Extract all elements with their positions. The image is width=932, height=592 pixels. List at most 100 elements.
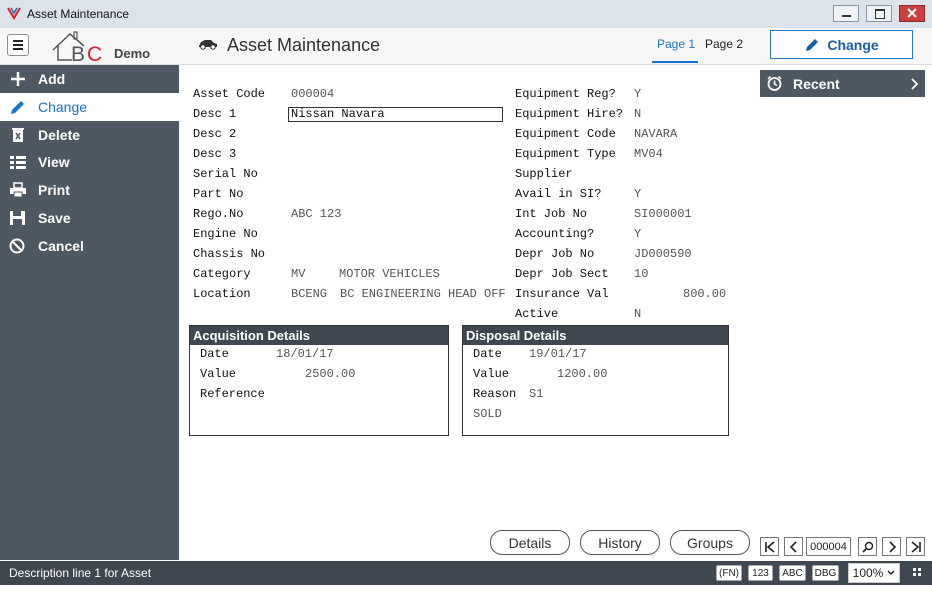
sidebar-item-change[interactable]: Change [0,93,179,121]
category-label: Category [193,267,251,281]
equipment-hire-value: N [634,107,642,121]
first-record-button[interactable] [760,537,779,556]
status-message: Description line 1 for Asset [9,566,152,580]
depr-job-sect-label: Depr Job Sect [515,267,609,281]
function-key-badge[interactable]: (FN) [716,565,742,581]
asset-code-label: Asset Code [193,87,266,101]
active-tab-indicator [652,61,698,63]
acq-date-label: Date [200,347,229,361]
equipment-code-value: NAVARA [634,127,678,141]
accounting-value: Y [634,227,642,241]
sidebar-item-label: Save [38,210,71,226]
plus-icon [11,72,25,86]
debug-badge[interactable]: DBG [812,565,839,581]
minimize-button[interactable] [833,5,859,22]
history-button[interactable]: History [580,530,660,555]
serial-no-label: Serial No [193,167,258,181]
first-record-icon [764,540,775,553]
acq-reference-label: Reference [200,387,265,401]
printer-icon [10,182,26,198]
equipment-hire-label: Equipment Hire? [515,107,624,121]
window-title: Asset Maintenance [27,7,130,21]
chevron-right-icon [888,540,896,553]
disp-reason-value: S1 [529,387,544,401]
location-label: Location [193,287,251,301]
window-titlebar [0,0,932,29]
disp-date-label: Date [473,347,502,361]
asset-code-value: 000004 [291,87,335,101]
change-button[interactable]: Change [770,30,913,59]
previous-record-button[interactable] [784,537,803,556]
disp-value-value: 1200.00 [557,367,608,381]
numeric-badge[interactable]: 123 [748,565,773,581]
depr-job-no-value: JD000590 [634,247,692,261]
acq-value-value: 2500.00 [305,367,356,381]
desc1-input[interactable]: Nissan Navara [288,107,503,122]
disp-value-label: Value [473,367,510,381]
save-icon [10,211,25,225]
hamburger-icon [13,40,23,50]
sidebar-item-view[interactable]: View [0,148,179,176]
tab-page-1[interactable]: Page 1 [657,37,695,51]
supplier-label: Supplier [515,167,573,181]
sidebar-item-label: View [38,154,70,170]
sidebar-item-cancel[interactable]: Cancel [0,232,179,260]
alarm-clock-icon [767,75,782,91]
int-job-no-value: SI000001 [634,207,692,221]
acq-date-value: 18/01/17 [276,347,334,361]
change-button-label: Change [827,36,879,53]
zoom-value: 100% [852,566,884,580]
zoom-select[interactable]: 100% [848,563,900,583]
groups-button[interactable]: Groups [670,530,750,555]
chassis-no-label: Chassis No [193,247,266,261]
maximize-button[interactable] [866,5,892,22]
search-record-button[interactable] [858,537,877,556]
disp-reason-label: Reason [473,387,517,401]
depr-job-sect-value: 10 [634,267,649,281]
accounting-label: Accounting? [515,227,595,241]
disp-reason-desc: SOLD [473,407,502,421]
last-record-icon [910,540,921,553]
avail-in-si-label: Avail in SI? [515,187,602,201]
sidebar-item-save[interactable]: Save [0,204,179,232]
recent-panel-button[interactable]: Recent [760,70,925,97]
desc3-label: Desc 3 [193,147,237,161]
acq-value-label: Value [200,367,237,381]
desc1-label: Desc 1 [193,107,237,121]
rego-no-label: Rego.No [193,207,244,221]
svg-text:B: B [71,43,85,64]
rego-no-value: ABC 123 [291,207,342,221]
sidebar-item-label: Print [38,182,70,198]
next-record-button[interactable] [882,537,901,556]
engine-no-label: Engine No [193,227,258,241]
sidebar-item-print[interactable]: Print [0,176,179,204]
logo-subtitle: Demo [114,46,151,61]
last-record-button[interactable] [906,537,925,556]
cancel-icon [9,238,25,254]
category-desc: MOTOR VEHICLES [339,267,440,281]
sidebar-item-delete[interactable]: Delete [0,121,179,149]
equipment-reg-value: Y [634,87,642,101]
chevron-right-icon [911,78,918,90]
location-desc: BC ENGINEERING HEAD OFF [340,287,506,301]
details-button[interactable]: Details [490,530,570,555]
equipment-type-label: Equipment Type [515,147,616,161]
close-button[interactable] [899,5,925,22]
insurance-val-value: 800.00 [683,287,727,301]
part-no-label: Part No [193,187,244,201]
menu-button[interactable] [7,34,29,56]
sidebar-item-label: Cancel [38,238,84,254]
tab-page-2[interactable]: Page 2 [705,37,743,51]
avail-in-si-value: Y [634,187,642,201]
chevron-left-icon [789,540,797,553]
equipment-reg-label: Equipment Reg? [515,87,616,101]
caps-badge[interactable]: ABC [779,565,806,581]
record-number-field[interactable]: 000004 [806,537,851,556]
pencil-icon [11,101,24,114]
insurance-val-label: Insurance Val [515,287,609,301]
grid-icon[interactable] [913,568,921,576]
chevron-down-icon [887,570,895,575]
equipment-type-value: MV04 [634,147,663,161]
location-code: BCENG [291,287,328,301]
sidebar-item-add[interactable]: Add [0,65,179,93]
